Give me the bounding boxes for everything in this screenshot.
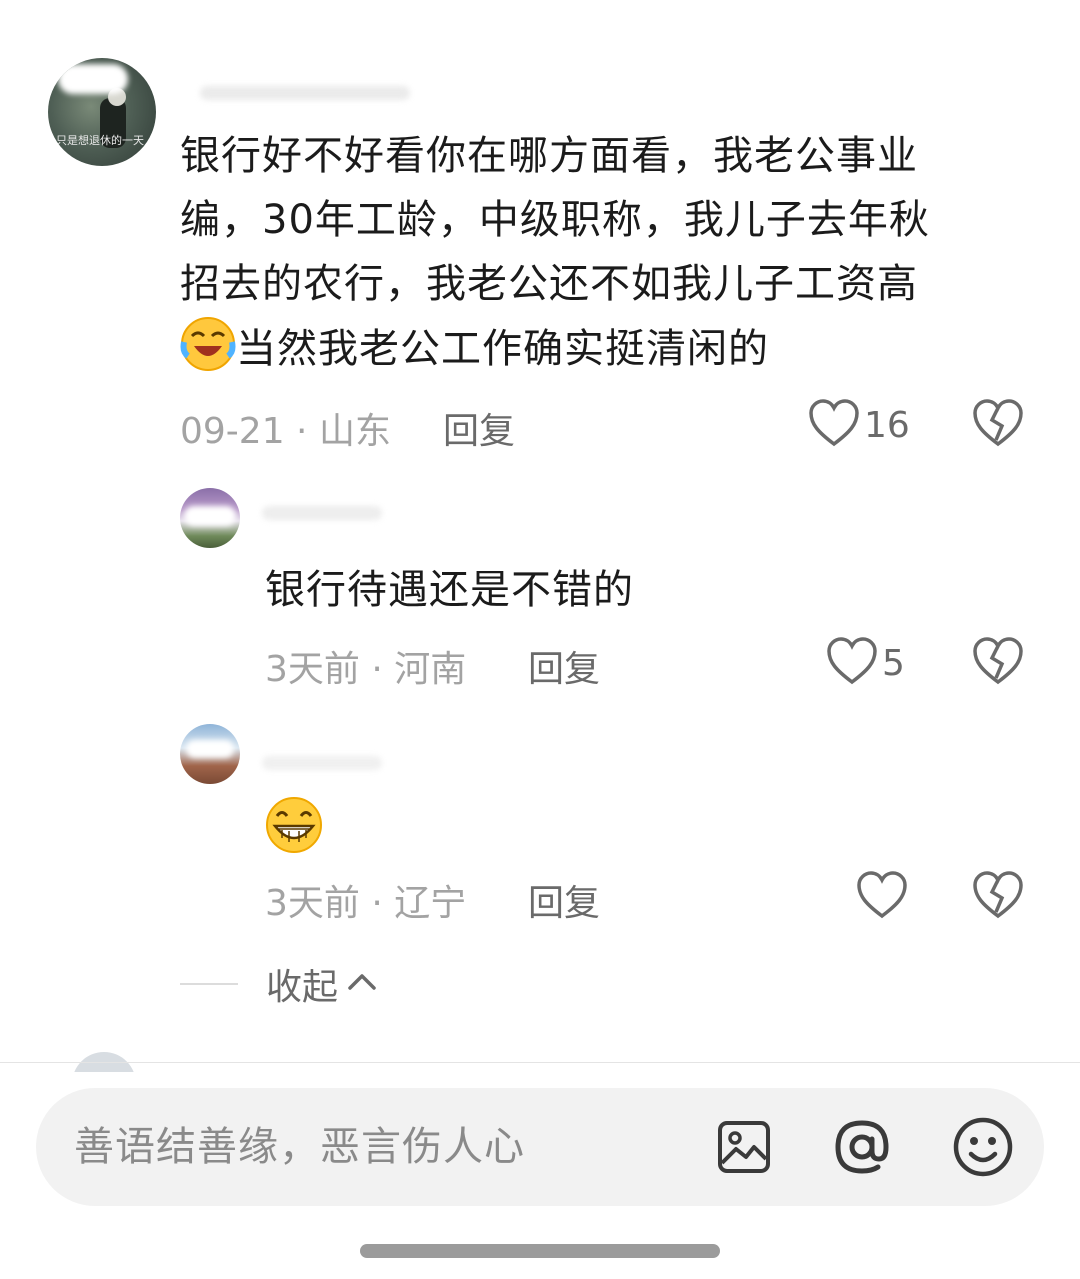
comment-meta: 3天前 · 河南 <box>265 649 467 690</box>
reply-button[interactable]: 回复 <box>528 874 600 926</box>
username-redacted <box>200 86 410 100</box>
like-button[interactable]: 16 <box>808 398 910 452</box>
avatar[interactable] <box>180 724 240 784</box>
comment-line: 银行好不好看你在哪方面看，我老公事业 <box>180 133 918 179</box>
broken-heart-icon[interactable] <box>972 398 1024 452</box>
smiley-icon[interactable] <box>952 1116 1014 1182</box>
heart-outline-icon <box>808 398 860 452</box>
heart-outline-icon <box>856 870 908 924</box>
avatar-caption: 只是想退休的一天 <box>56 134 144 147</box>
divider-line <box>180 983 238 985</box>
username-redacted <box>262 756 382 770</box>
comment-line-text: 当然我老公工作确实挺清闲的 <box>236 326 769 372</box>
comment-input-bar[interactable]: 善语结善缘，恶言伤人心 <box>36 1088 1044 1206</box>
comment-text: 银行待遇还是不错的 <box>265 567 634 613</box>
comment-line: 编，30年工龄，中级职称，我儿子去年秋 <box>180 197 930 243</box>
comment-meta: 09-21 · 山东 <box>180 411 391 452</box>
reply-button[interactable]: 回复 <box>528 640 600 692</box>
chevron-up-icon <box>346 970 378 998</box>
broken-heart-icon[interactable] <box>972 636 1024 690</box>
like-count: 5 <box>882 642 905 684</box>
like-button[interactable]: 5 <box>826 636 905 690</box>
comment-line: 当然我老公工作确实挺清闲的 <box>180 316 1040 391</box>
heart-outline-icon <box>826 636 878 690</box>
avatar[interactable] <box>180 488 240 548</box>
like-button[interactable] <box>856 870 912 924</box>
username-redacted <box>262 506 382 520</box>
comment-line: 招去的农行，我老公还不如我儿子工资高 <box>180 261 918 307</box>
laugh-cry-emoji <box>180 316 236 391</box>
collapse-replies-button[interactable]: 收起 <box>180 958 378 1010</box>
grin-emoji <box>264 796 324 858</box>
image-icon[interactable] <box>716 1119 772 1179</box>
home-indicator[interactable] <box>360 1244 720 1258</box>
like-count: 16 <box>864 404 910 446</box>
reply-button[interactable]: 回复 <box>443 402 515 454</box>
collapse-label: 收起 <box>266 967 339 1008</box>
comment-text: 银行好不好看你在哪方面看，我老公事业 编，30年工龄，中级职称，我儿子去年秋 招… <box>180 124 1040 391</box>
comment-meta: 3天前 · 辽宁 <box>265 883 467 924</box>
comment-input[interactable]: 善语结善缘，恶言伤人心 <box>74 1088 525 1206</box>
divider <box>0 1062 1080 1063</box>
at-icon[interactable] <box>832 1117 892 1181</box>
broken-heart-icon[interactable] <box>972 870 1024 924</box>
avatar[interactable]: 只是想退休的一天 <box>48 58 156 166</box>
